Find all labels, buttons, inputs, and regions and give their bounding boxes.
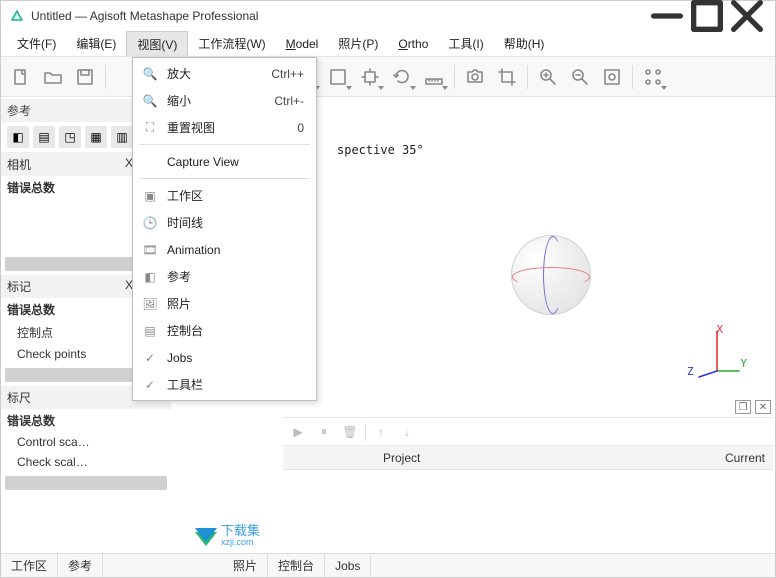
tab-jobs[interactable]: Jobs bbox=[325, 556, 371, 576]
dd-zoom-in[interactable]: 🔍放大Ctrl++ bbox=[133, 60, 316, 87]
jobs-delete-icon[interactable]: 🗑 bbox=[339, 421, 361, 443]
dd-reference[interactable]: ◧参考 bbox=[133, 263, 316, 290]
zoom-in-icon[interactable] bbox=[533, 62, 563, 92]
ref-tool-2[interactable]: ▤ bbox=[33, 126, 55, 148]
model-viewport[interactable]: spective 35° X Y Z bbox=[317, 137, 773, 413]
col-project[interactable]: Project bbox=[283, 451, 703, 465]
ref-tool-4[interactable]: ▦ bbox=[85, 126, 107, 148]
ruler-icon[interactable] bbox=[419, 62, 449, 92]
tab-reference[interactable]: 参考 bbox=[58, 554, 103, 577]
maximize-button[interactable] bbox=[687, 2, 727, 30]
workspace-icon: ▣ bbox=[139, 189, 161, 203]
dd-zoom-out[interactable]: 🔍缩小Ctrl+- bbox=[133, 87, 316, 114]
menu-edit[interactable]: 编辑(E) bbox=[66, 31, 126, 56]
tab-workspace[interactable]: 工作区 bbox=[1, 554, 58, 577]
select-rect-icon[interactable] bbox=[323, 62, 353, 92]
jobs-up-icon[interactable]: ↑ bbox=[370, 421, 392, 443]
menu-photo[interactable]: 照片(P) bbox=[328, 31, 388, 56]
dd-reset-view[interactable]: ⛶重置视图0 bbox=[133, 114, 316, 141]
move-region-icon[interactable] bbox=[355, 62, 385, 92]
zoom-fit-icon[interactable] bbox=[597, 62, 627, 92]
jobs-play-icon[interactable]: ▶ bbox=[287, 421, 309, 443]
horiz-scrollbar-3[interactable] bbox=[5, 476, 167, 490]
jobs-dock-controls: ❐ ✕ bbox=[735, 400, 771, 414]
jobs-down-icon[interactable]: ↓ bbox=[396, 421, 418, 443]
dd-workspace[interactable]: ▣工作区 bbox=[133, 182, 316, 209]
menu-file[interactable]: 文件(F) bbox=[7, 31, 66, 56]
menu-help[interactable]: 帮助(H) bbox=[494, 31, 555, 56]
trackball-sphere bbox=[511, 235, 591, 315]
zoom-in-icon: 🔍 bbox=[139, 67, 161, 81]
dock-close-icon[interactable]: ✕ bbox=[755, 400, 771, 414]
rotate-icon[interactable] bbox=[387, 62, 417, 92]
toolbar-check-icon: ✓ bbox=[139, 378, 161, 392]
jobs-toolbar: ▶ ⏸ 🗑 ↑ ↓ bbox=[283, 418, 773, 446]
ref-tool-3[interactable]: ◳ bbox=[59, 126, 81, 148]
reference-icon: ◧ bbox=[139, 270, 161, 284]
crop-icon[interactable] bbox=[492, 62, 522, 92]
menu-model[interactable]: Model bbox=[276, 33, 329, 55]
axis-gizmo: X Y Z bbox=[693, 327, 743, 383]
bottom-tabs: 工作区 参考 照片 控制台 Jobs bbox=[1, 553, 775, 577]
row-errors-scale[interactable]: 错误总数 bbox=[1, 409, 171, 432]
menu-workflow[interactable]: 工作流程(W) bbox=[188, 31, 275, 56]
console-icon: ▤ bbox=[139, 324, 161, 338]
jobs-check-icon: ✓ bbox=[139, 351, 161, 365]
minimize-button[interactable] bbox=[647, 2, 687, 30]
zoom-out-icon: 🔍 bbox=[139, 94, 161, 108]
jobs-columns: Project Current bbox=[283, 446, 773, 470]
dock-float-icon[interactable]: ❐ bbox=[735, 400, 751, 414]
menu-ortho[interactable]: Ortho bbox=[388, 33, 438, 55]
jobs-panel: ❐ ✕ ▶ ⏸ 🗑 ↑ ↓ Project Current bbox=[283, 417, 773, 553]
new-icon[interactable] bbox=[6, 62, 36, 92]
save-icon[interactable] bbox=[70, 62, 100, 92]
zoom-out-icon[interactable] bbox=[565, 62, 595, 92]
snapshot-icon[interactable] bbox=[460, 62, 490, 92]
menu-view[interactable]: 视图(V) bbox=[126, 31, 188, 57]
dd-animation[interactable]: 🎞Animation bbox=[133, 236, 316, 263]
dd-console[interactable]: ▤控制台 bbox=[133, 317, 316, 344]
film-icon: 🎞 bbox=[139, 243, 161, 257]
jobs-pause-icon[interactable]: ⏸ bbox=[313, 421, 335, 443]
clock-icon: 🕒 bbox=[139, 216, 161, 230]
ref-tool-5[interactable]: ▥ bbox=[111, 126, 133, 148]
reset-view-icon: ⛶ bbox=[139, 120, 161, 135]
close-button[interactable] bbox=[727, 2, 767, 30]
app-icon bbox=[9, 8, 25, 24]
dd-photos[interactable]: 🖼照片 bbox=[133, 290, 316, 317]
dd-capture-view[interactable]: Capture View bbox=[133, 148, 316, 175]
dd-toolbar[interactable]: ✓工具栏 bbox=[133, 371, 316, 398]
tab-console[interactable]: 控制台 bbox=[268, 554, 325, 577]
viewport-info: spective 35° bbox=[337, 143, 424, 157]
watermark: 下载集 xzji.com bbox=[191, 513, 311, 557]
col-current[interactable]: Current bbox=[703, 451, 773, 465]
dd-jobs[interactable]: ✓Jobs bbox=[133, 344, 316, 371]
row-check-scale[interactable]: Check scal… bbox=[1, 452, 171, 472]
view-dropdown: 🔍放大Ctrl++ 🔍缩小Ctrl+- ⛶重置视图0 Capture View … bbox=[132, 57, 317, 401]
dd-timeline[interactable]: 🕒时间线 bbox=[133, 209, 316, 236]
photos-icon: 🖼 bbox=[139, 297, 161, 311]
ref-tool-1[interactable]: ◧ bbox=[7, 126, 29, 148]
row-control-scale[interactable]: Control sca… bbox=[1, 432, 171, 452]
window-title: Untitled — Agisoft Metashape Professiona… bbox=[31, 9, 647, 23]
main-toolbar bbox=[1, 57, 775, 97]
grid-icon[interactable] bbox=[638, 62, 668, 92]
open-icon[interactable] bbox=[38, 62, 68, 92]
menu-tools[interactable]: 工具(I) bbox=[438, 31, 493, 56]
tab-photos[interactable]: 照片 bbox=[223, 554, 268, 577]
